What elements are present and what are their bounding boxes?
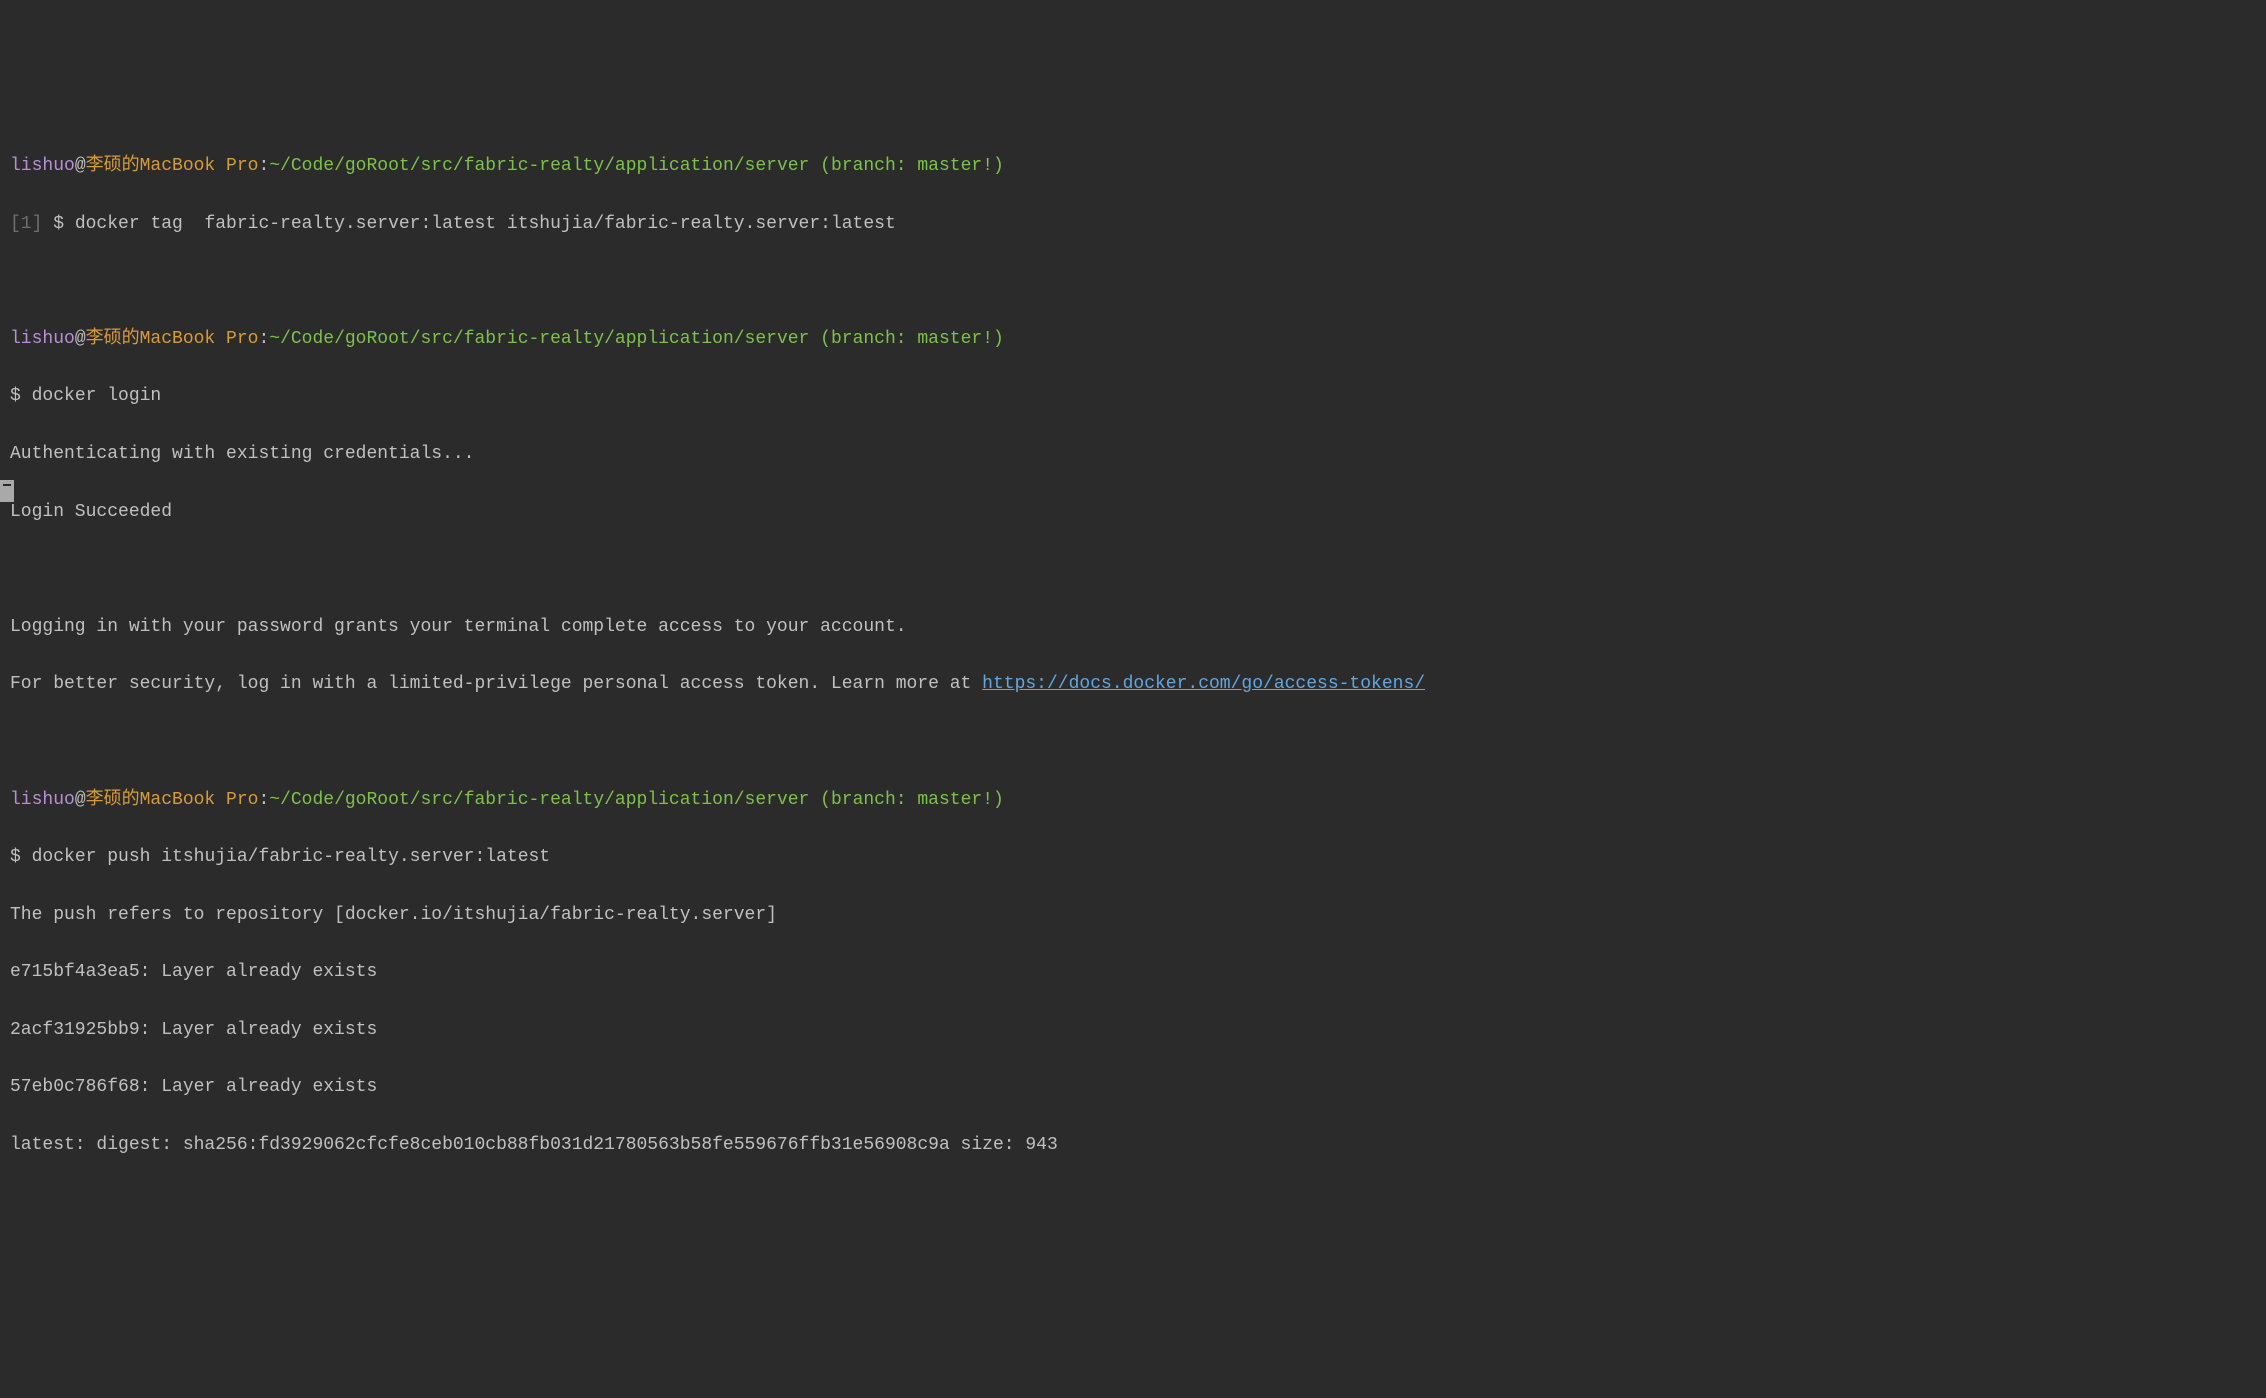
ps1: $ bbox=[10, 386, 32, 406]
ps1: $ bbox=[53, 214, 75, 234]
command-line-1: [1] $ docker tag fabric-realty.server:la… bbox=[10, 210, 2256, 239]
prompt-line-3: lishuo@李硕的MacBook Pro:~/Code/goRoot/src/… bbox=[10, 786, 2256, 815]
ps1: $ bbox=[10, 847, 32, 867]
prompt-line-2: lishuo@李硕的MacBook Pro:~/Code/goRoot/src/… bbox=[10, 325, 2256, 354]
blank-line bbox=[10, 555, 2256, 584]
blank-line bbox=[10, 728, 2256, 757]
prompt-colon: : bbox=[258, 329, 269, 349]
output-auth: Authenticating with existing credentials… bbox=[10, 440, 2256, 469]
prompt-colon: : bbox=[258, 790, 269, 810]
prompt-colon: : bbox=[258, 156, 269, 176]
command-line-2: $ docker login bbox=[10, 382, 2256, 411]
output-warning-2: For better security, log in with a limit… bbox=[10, 670, 2256, 699]
output-layer-1: e715bf4a3ea5: Layer already exists bbox=[10, 958, 2256, 987]
output-layer-3: 57eb0c786f68: Layer already exists bbox=[10, 1073, 2256, 1102]
prompt-line-1: lishuo@李硕的MacBook Pro:~/Code/goRoot/src/… bbox=[10, 152, 2256, 181]
cmd-docker-tag: docker tag fabric-realty.server:latest i… bbox=[75, 214, 896, 234]
prompt-host: 李硕的MacBook Pro bbox=[86, 329, 259, 349]
docker-docs-link[interactable]: https://docs.docker.com/go/access-tokens… bbox=[982, 674, 1425, 694]
prompt-at: @ bbox=[75, 790, 86, 810]
output-login-succeeded: Login Succeeded bbox=[10, 498, 2256, 527]
blank-line bbox=[10, 267, 2256, 296]
output-warning-1: Logging in with your password grants you… bbox=[10, 613, 2256, 642]
prompt-path: ~/Code/goRoot/src/fabric-realty/applicat… bbox=[269, 790, 809, 810]
prompt-branch: (branch: master!) bbox=[809, 329, 1003, 349]
prompt-user: lishuo bbox=[10, 156, 75, 176]
prompt-at: @ bbox=[75, 156, 86, 176]
prompt-branch: (branch: master!) bbox=[809, 156, 1003, 176]
output-warning-2-text: For better security, log in with a limit… bbox=[10, 674, 982, 694]
prompt-user: lishuo bbox=[10, 790, 75, 810]
prompt-host: 李硕的MacBook Pro bbox=[86, 790, 259, 810]
edge-cursor-icon bbox=[0, 480, 14, 502]
prompt-at: @ bbox=[75, 329, 86, 349]
prompt-host: 李硕的MacBook Pro bbox=[86, 156, 259, 176]
prompt-branch: (branch: master!) bbox=[809, 790, 1003, 810]
output-push-repo: The push refers to repository [docker.io… bbox=[10, 901, 2256, 930]
prompt-path: ~/Code/goRoot/src/fabric-realty/applicat… bbox=[269, 329, 809, 349]
job-indicator: [1] bbox=[10, 214, 53, 234]
output-digest: latest: digest: sha256:fd3929062cfcfe8ce… bbox=[10, 1131, 2256, 1160]
prompt-path: ~/Code/goRoot/src/fabric-realty/applicat… bbox=[269, 156, 809, 176]
terminal-area[interactable]: lishuo@李硕的MacBook Pro:~/Code/goRoot/src/… bbox=[10, 123, 2256, 1188]
cmd-docker-login: docker login bbox=[32, 386, 162, 406]
output-layer-2: 2acf31925bb9: Layer already exists bbox=[10, 1016, 2256, 1045]
prompt-user: lishuo bbox=[10, 329, 75, 349]
command-line-3: $ docker push itshujia/fabric-realty.ser… bbox=[10, 843, 2256, 872]
cmd-docker-push: docker push itshujia/fabric-realty.serve… bbox=[32, 847, 550, 867]
